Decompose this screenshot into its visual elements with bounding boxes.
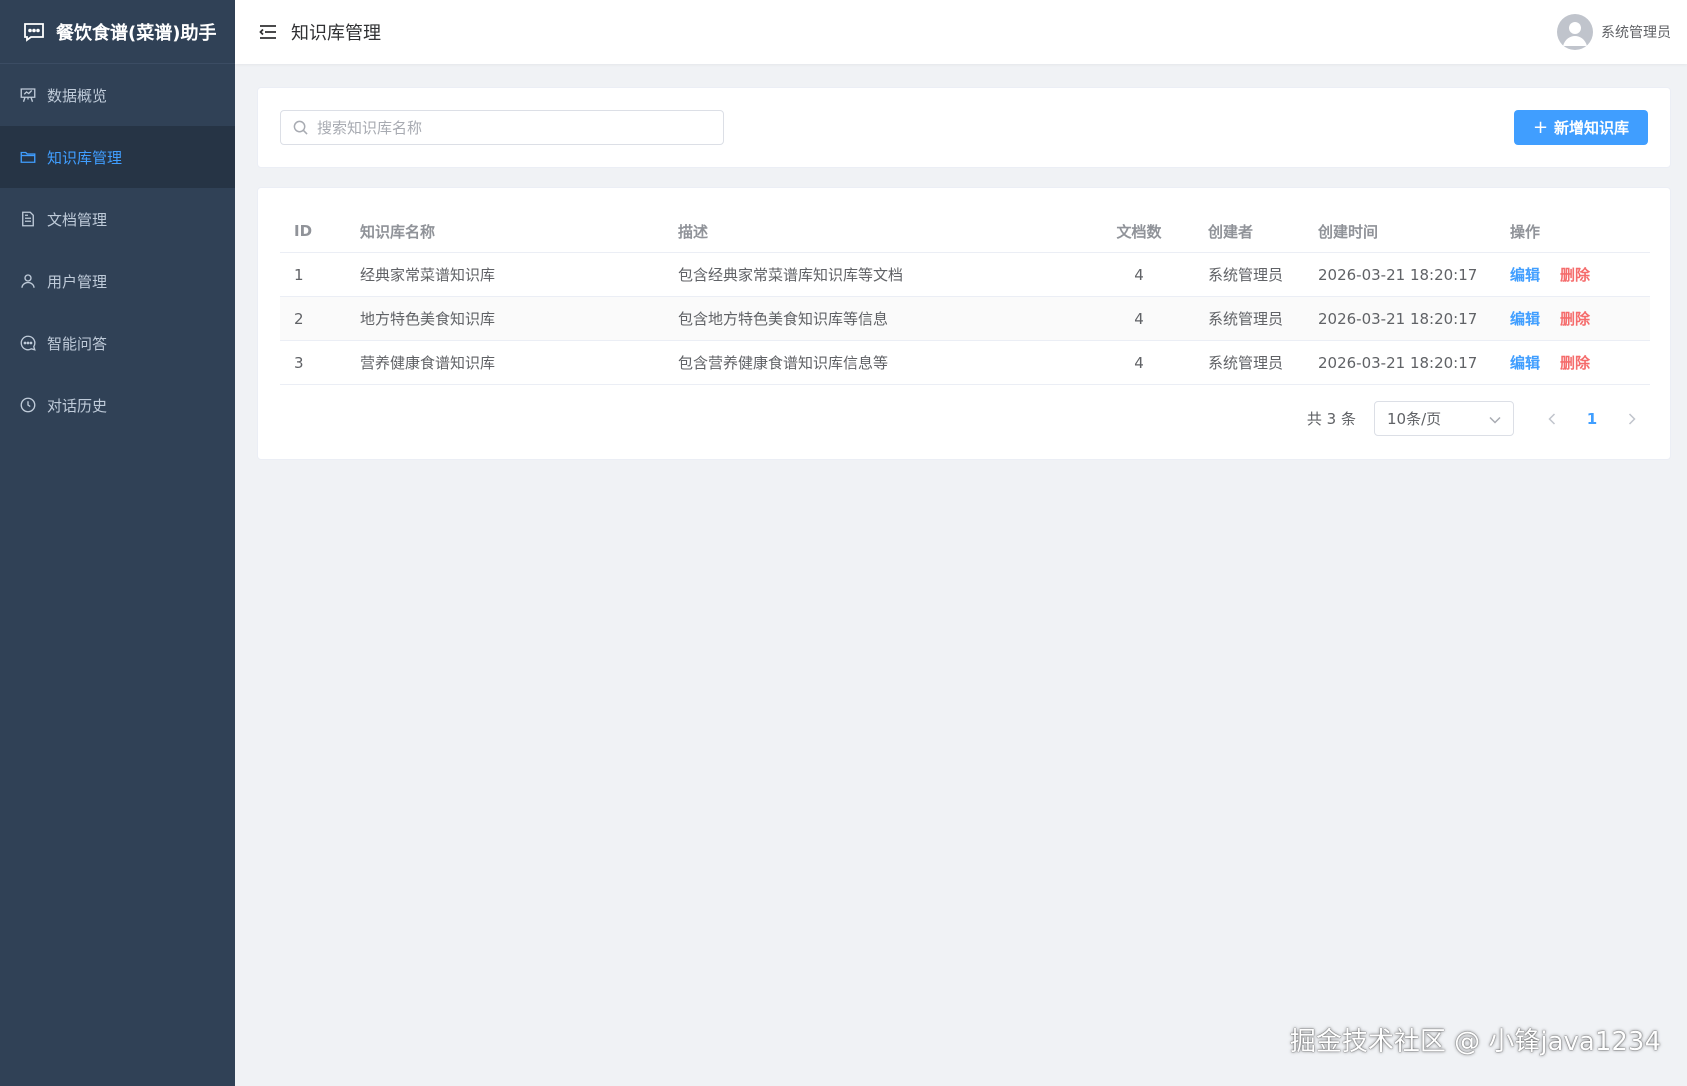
presentation-icon <box>18 85 38 105</box>
sidebar-item-label: 智能问答 <box>47 334 108 353</box>
search-input[interactable] <box>317 118 707 137</box>
column-header-creator: 创建者 <box>1208 222 1254 241</box>
user-menu[interactable]: 系统管理员 <box>1557 14 1671 50</box>
delete-button[interactable]: 删除 <box>1560 352 1590 373</box>
username: 系统管理员 <box>1601 25 1671 41</box>
plus-icon: + <box>1532 117 1549 138</box>
folder-icon <box>18 147 38 167</box>
top-header: 知识库管理 系统管理员 <box>235 0 1687 64</box>
app-title: 餐饮食谱(菜谱)助手 <box>56 22 217 44</box>
avatar[interactable] <box>1557 14 1593 50</box>
cell-doc-count: 4 <box>1134 309 1144 328</box>
next-page-button[interactable] <box>1616 403 1648 435</box>
cell-creator: 系统管理员 <box>1208 310 1284 328</box>
cell-actions: 编辑 删除 <box>1492 264 1650 285</box>
clock-icon <box>18 395 38 415</box>
edit-button[interactable]: 编辑 <box>1510 352 1540 373</box>
sidebar-item-label: 知识库管理 <box>47 148 123 167</box>
page-size-value: 10条/页 <box>1387 410 1442 428</box>
cell-description: 包含营养健康食谱知识库信息等 <box>678 354 889 372</box>
cell-id: 2 <box>294 309 304 328</box>
prev-page-button[interactable] <box>1536 403 1568 435</box>
cell-creator: 系统管理员 <box>1208 266 1284 284</box>
cell-creator: 系统管理员 <box>1208 354 1284 372</box>
column-header-doc-count: 文档数 <box>1116 222 1162 241</box>
sidebar: 餐饮食谱(菜谱)助手 数据概览 知识库管理 文档管理 用户管理 智能问答 对话历… <box>0 0 235 1086</box>
cell-created-time: 2026-03-21 18:20:17 <box>1318 309 1478 328</box>
edit-button[interactable]: 编辑 <box>1510 264 1540 285</box>
table-card: ID 知识库名称 描述 文档数 创建者 创建时间 操作 1 经典家常菜谱知识库 … <box>257 187 1671 460</box>
cell-created-time: 2026-03-21 18:20:17 <box>1318 353 1478 372</box>
document-icon <box>18 209 38 229</box>
sidebar-menu: 数据概览 知识库管理 文档管理 用户管理 智能问答 对话历史 <box>0 64 235 436</box>
sidebar-item-documents[interactable]: 文档管理 <box>0 188 235 250</box>
total-count: 共 3 条 <box>1306 410 1356 428</box>
cell-id: 3 <box>294 353 304 372</box>
sidebar-item-smart-qa[interactable]: 智能问答 <box>0 312 235 374</box>
cell-name: 营养健康食谱知识库 <box>360 354 496 372</box>
cell-created-time: 2026-03-21 18:20:17 <box>1318 265 1478 284</box>
table-row: 2 地方特色美食知识库 包含地方特色美食知识库等信息 4 系统管理员 2026-… <box>280 297 1650 341</box>
table-header: ID 知识库名称 描述 文档数 创建者 创建时间 操作 <box>280 210 1650 253</box>
cell-doc-count: 4 <box>1134 265 1144 284</box>
column-header-created-time: 创建时间 <box>1318 222 1379 241</box>
pagination: 共 3 条 10条/页 1 <box>1307 401 1648 436</box>
column-header-actions: 操作 <box>1510 222 1541 241</box>
sidebar-item-label: 对话历史 <box>47 396 108 415</box>
sidebar-item-overview[interactable]: 数据概览 <box>0 64 235 126</box>
sidebar-item-chat-history[interactable]: 对话历史 <box>0 374 235 436</box>
sidebar-item-label: 文档管理 <box>47 210 108 229</box>
column-header-description: 描述 <box>678 222 709 241</box>
edit-button[interactable]: 编辑 <box>1510 308 1540 329</box>
add-knowledge-base-button[interactable]: + 新增知识库 <box>1514 110 1648 145</box>
user-icon <box>18 271 38 291</box>
cell-description: 包含地方特色美食知识库等信息 <box>678 310 889 328</box>
cell-description: 包含经典家常菜谱库知识库等文档 <box>678 266 904 284</box>
chat-icon <box>18 333 38 353</box>
search-field[interactable] <box>280 110 724 145</box>
chevron-left-icon <box>1548 412 1556 425</box>
table-row: 3 营养健康食谱知识库 包含营养健康食谱知识库信息等 4 系统管理员 2026-… <box>280 341 1650 385</box>
cell-doc-count: 4 <box>1134 353 1144 372</box>
page-size-select[interactable]: 10条/页 <box>1374 401 1514 436</box>
chevron-down-icon <box>1489 410 1501 428</box>
cell-name: 经典家常菜谱知识库 <box>360 266 496 284</box>
search-icon <box>293 120 309 136</box>
column-header-id: ID <box>294 222 313 240</box>
sidebar-item-label: 数据概览 <box>47 86 108 105</box>
sidebar-item-label: 用户管理 <box>47 272 108 291</box>
cell-name: 地方特色美食知识库 <box>360 310 496 328</box>
page-number-current[interactable]: 1 <box>1576 403 1608 435</box>
chevron-right-icon <box>1628 412 1636 425</box>
cell-actions: 编辑 删除 <box>1492 308 1650 329</box>
delete-button[interactable]: 删除 <box>1560 264 1590 285</box>
cell-actions: 编辑 删除 <box>1492 352 1650 373</box>
menu-toggle-icon[interactable] <box>257 21 279 43</box>
sidebar-item-knowledge-base[interactable]: 知识库管理 <box>0 126 235 188</box>
sidebar-item-users[interactable]: 用户管理 <box>0 250 235 312</box>
add-button-label: 新增知识库 <box>1554 119 1630 137</box>
search-card: + 新增知识库 <box>257 87 1671 168</box>
page-title: 知识库管理 <box>291 23 381 44</box>
brand: 餐饮食谱(菜谱)助手 <box>0 0 235 64</box>
chat-bubble-icon <box>22 20 46 44</box>
cell-id: 1 <box>294 265 304 284</box>
column-header-name: 知识库名称 <box>360 222 436 241</box>
watermark: 掘金技术社区 @ 小锋java1234 <box>1289 1027 1661 1057</box>
delete-button[interactable]: 删除 <box>1560 308 1590 329</box>
table-row: 1 经典家常菜谱知识库 包含经典家常菜谱库知识库等文档 4 系统管理员 2026… <box>280 253 1650 297</box>
knowledge-base-table: ID 知识库名称 描述 文档数 创建者 创建时间 操作 1 经典家常菜谱知识库 … <box>280 210 1650 385</box>
